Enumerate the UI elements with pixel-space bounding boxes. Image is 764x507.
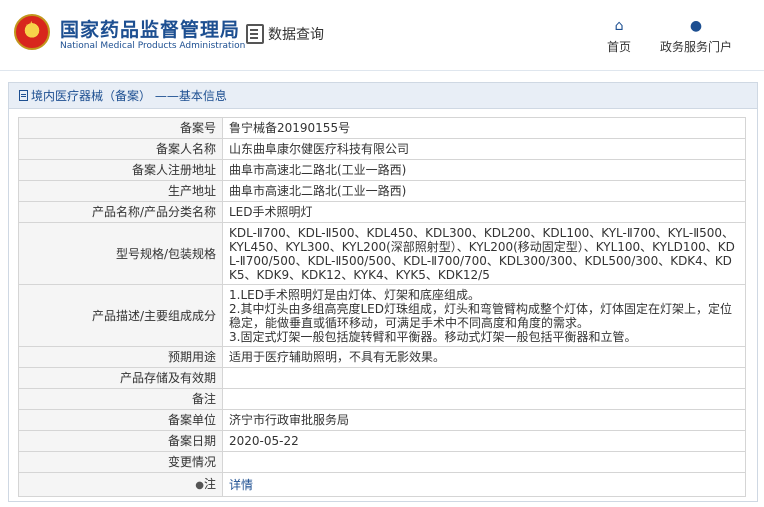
row-label: 产品存储及有效期 — [18, 367, 223, 389]
brand-title: 国家药品监督管理局 — [60, 19, 241, 41]
table-row: 生产地址 曲阜市高速北二路北(工业一路西) — [18, 180, 746, 202]
panel-title: 境内医疗器械（备案） ——基本信息 — [31, 89, 227, 103]
row-value: 曲阜市高速北二路北(工业一路西) — [222, 159, 746, 181]
panel-header: 境内医疗器械（备案） ——基本信息 — [9, 83, 757, 109]
row-value: 曲阜市高速北二路北(工业一路西) — [222, 180, 746, 202]
row-label: 备案号 — [18, 117, 223, 139]
row-label: 备注 — [18, 388, 223, 410]
row-label: 预期用途 — [18, 346, 223, 368]
table-row: 备案号 鲁宁械备20190155号 — [18, 117, 746, 139]
row-label: 变更情况 — [18, 451, 223, 473]
nav-home-label: 首页 — [607, 40, 632, 54]
row-label: 生产地址 — [18, 180, 223, 202]
row-value: KDL-Ⅱ700、KDL-Ⅱ500、KDL450、KDL300、KDL200、K… — [222, 222, 746, 285]
data-query-label: 数据查询 — [268, 27, 324, 43]
details-link[interactable]: 详情 — [229, 478, 253, 492]
detail-panel: 境内医疗器械（备案） ——基本信息 备案号 鲁宁械备20190155号 备案人名… — [8, 82, 758, 502]
table-row: 备案人注册地址 曲阜市高速北二路北(工业一路西) — [18, 159, 746, 181]
table-row: 产品名称/产品分类名称 LED手术照明灯 — [18, 201, 746, 223]
table-row: 变更情况 — [18, 451, 746, 473]
row-label: 产品名称/产品分类名称 — [18, 201, 223, 223]
brand-subtitle: National Medical Products Administration — [60, 41, 246, 51]
document-search-icon — [246, 24, 264, 44]
row-value: 1.LED手术照明灯是由灯体、灯架和底座组成。 2.其中灯头由多组高亮度LED灯… — [222, 284, 746, 347]
row-value: 山东曲阜康尔健医疗科技有限公司 — [222, 138, 746, 160]
row-value: 详情 — [222, 472, 746, 497]
data-query-link[interactable]: 数据查询 — [246, 24, 324, 44]
row-label-note: ●注 — [18, 472, 223, 497]
row-label: 备案单位 — [18, 409, 223, 431]
row-label: 产品描述/主要组成成分 — [18, 284, 223, 347]
row-value — [222, 367, 746, 389]
nav-home[interactable]: ⌂ 首页 — [607, 18, 631, 55]
row-label: 备案人名称 — [18, 138, 223, 160]
row-value — [222, 388, 746, 410]
table-row: ●注 详情 — [18, 472, 746, 497]
user-icon: ● — [689, 18, 703, 34]
row-label: 备案日期 — [18, 430, 223, 452]
table-row: 备案单位 济宁市行政审批服务局 — [18, 409, 746, 431]
emblem-logo — [14, 14, 50, 50]
description-line: 1.LED手术照明灯是由灯体、灯架和底座组成。 — [229, 287, 480, 302]
info-table: 备案号 鲁宁械备20190155号 备案人名称 山东曲阜康尔健医疗科技有限公司 … — [18, 117, 746, 497]
nav-gov-service[interactable]: ● 政务服务门户 — [660, 18, 732, 55]
row-value: 2020-05-22 — [222, 430, 746, 452]
lightbulb-icon: ● — [195, 479, 204, 491]
row-label: 型号规格/包装规格 — [18, 222, 223, 285]
row-value: LED手术照明灯 — [222, 201, 746, 223]
description-line: 3.固定式灯架一般包括旋转臂和平衡器。移动式灯架一般包括平衡器和立管。 — [229, 329, 637, 344]
table-row: 备注 — [18, 388, 746, 410]
table-row: 产品存储及有效期 — [18, 367, 746, 389]
row-value: 鲁宁械备20190155号 — [222, 117, 746, 139]
row-value — [222, 451, 746, 473]
description-line: 2.其中灯头由多组高亮度LED灯珠组成，灯头和弯管臂构成整个灯体，灯体固定在灯架… — [229, 301, 732, 330]
table-row: 产品描述/主要组成成分 1.LED手术照明灯是由灯体、灯架和底座组成。 2.其中… — [18, 284, 746, 347]
row-value: 适用于医疗辅助照明，不具有无影效果。 — [222, 346, 746, 368]
table-row: 备案日期 2020-05-22 — [18, 430, 746, 452]
top-header: 国家药品监督管理局 National Medical Products Admi… — [0, 0, 764, 71]
note-label: 注 — [203, 476, 216, 491]
nav-gov-service-label: 政务服务门户 — [660, 40, 733, 54]
document-icon — [19, 90, 28, 101]
row-value: 济宁市行政审批服务局 — [222, 409, 746, 431]
table-row: 预期用途 适用于医疗辅助照明，不具有无影效果。 — [18, 346, 746, 368]
table-row: 备案人名称 山东曲阜康尔健医疗科技有限公司 — [18, 138, 746, 160]
row-label: 备案人注册地址 — [18, 159, 223, 181]
home-icon: ⌂ — [614, 18, 624, 34]
table-row: 型号规格/包装规格 KDL-Ⅱ700、KDL-Ⅱ500、KDL450、KDL30… — [18, 222, 746, 285]
